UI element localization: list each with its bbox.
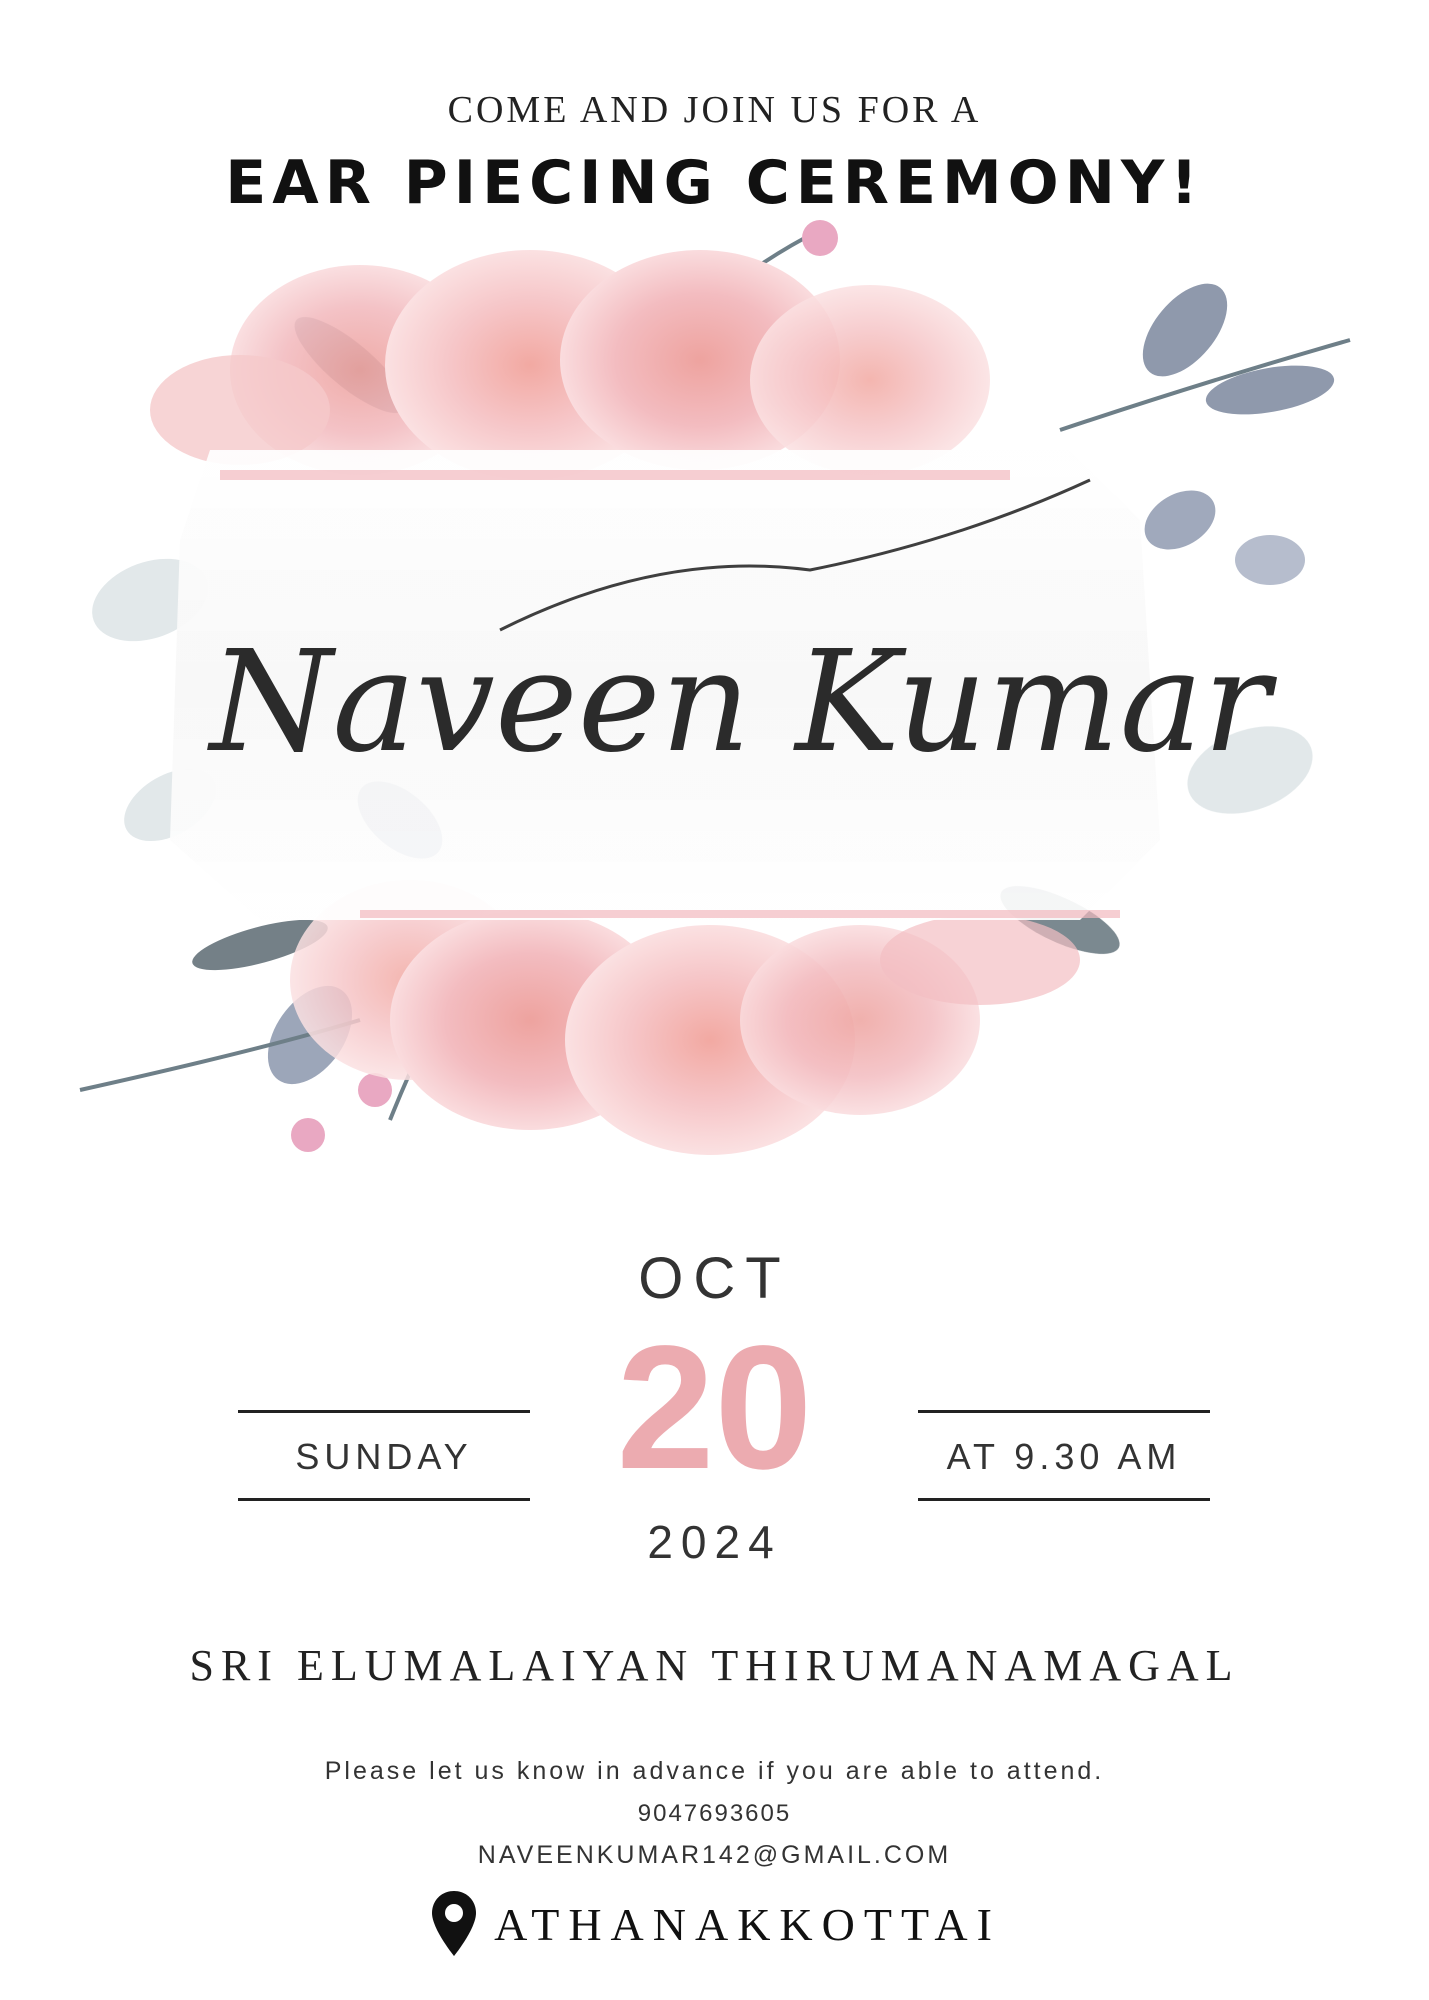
divider-line [238,1498,530,1501]
divider-line [918,1498,1210,1501]
divider-line [238,1410,530,1413]
time-label: AT 9.30 AM [946,1436,1182,1477]
map-pin-icon [432,1891,477,1956]
roses-top [150,250,990,480]
phone-number[interactable]: 9047693605 [0,1800,1429,1828]
weekday-label: SUNDAY [295,1436,473,1477]
location-name: ATHANAKKOTTAI [494,1898,1001,1950]
location-row: ATHANAKKOTTAI [0,1888,1429,1960]
rsvp-note: Please let us know in advance if you are… [324,1757,1105,1785]
intro-text: COME AND JOIN US FOR A [447,89,982,131]
date-day: 20 [616,1310,813,1506]
divider-line [918,1410,1210,1413]
date-month: OCT [638,1246,791,1311]
floral-name-artwork: Naveen Kumar [79,220,1351,1155]
ceremony-title: EAR PIECING CEREMONY! [225,148,1204,218]
venue-name: SRI ELUMALAIYAN THIRUMANAMAGAL [189,1641,1240,1690]
date-year: 2024 [647,1516,782,1568]
roses-bottom [290,880,1080,1155]
celebrant-name: Naveen Kumar [207,621,1277,784]
email-address[interactable]: NAVEENKUMAR142@GMAIL.COM [0,1841,1429,1870]
